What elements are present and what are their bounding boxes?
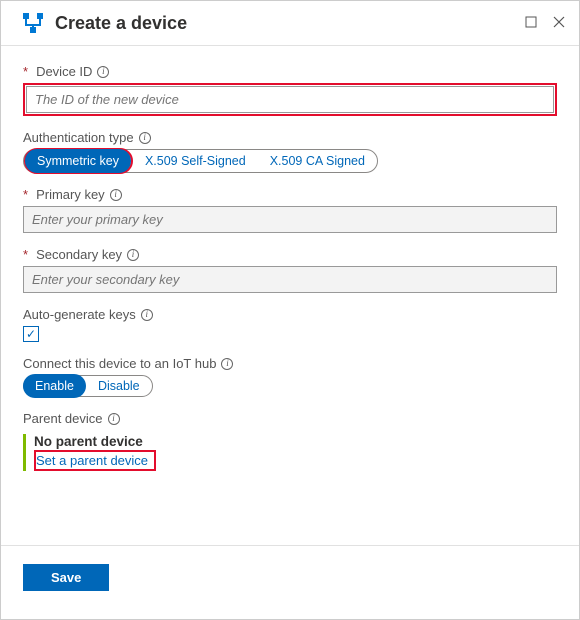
- device-id-highlight: [23, 83, 557, 116]
- auth-option-x509-ca[interactable]: X.509 CA Signed: [258, 150, 377, 172]
- device-id-label: Device ID: [36, 64, 92, 79]
- primary-key-label: Primary key: [36, 187, 105, 202]
- field-parent-device: Parent device i No parent device Set a p…: [23, 411, 557, 471]
- connect-hub-label: Connect this device to an IoT hub: [23, 356, 216, 371]
- info-icon[interactable]: i: [108, 413, 120, 425]
- info-icon[interactable]: i: [141, 309, 153, 321]
- field-device-id: * Device ID i: [23, 64, 557, 116]
- required-star: *: [23, 247, 28, 262]
- autogen-label: Auto-generate keys: [23, 307, 136, 322]
- field-connect-hub: Connect this device to an IoT hub i Enab…: [23, 356, 557, 397]
- panel-footer: Save: [1, 545, 579, 619]
- connect-disable[interactable]: Disable: [86, 375, 152, 397]
- parent-device-label: Parent device: [23, 411, 103, 426]
- set-parent-link[interactable]: Set a parent device: [36, 453, 148, 468]
- required-star: *: [23, 187, 28, 202]
- field-primary-key: * Primary key i: [23, 187, 557, 233]
- required-star: *: [23, 64, 28, 79]
- panel-title: Create a device: [55, 13, 525, 34]
- auth-selected-highlight: Symmetric key: [24, 148, 133, 174]
- panel-header: Create a device: [1, 1, 579, 46]
- device-logo-icon: [21, 11, 45, 35]
- auth-type-label: Authentication type: [23, 130, 134, 145]
- connect-enable[interactable]: Enable: [23, 374, 86, 398]
- parent-device-value: No parent device: [34, 434, 156, 449]
- field-autogen: Auto-generate keys i ✓: [23, 307, 557, 342]
- connect-hub-toggle: Enable Disable: [23, 375, 153, 397]
- auth-type-toggle: Symmetric key X.509 Self-Signed X.509 CA…: [23, 149, 378, 173]
- parent-device-block: No parent device Set a parent device: [23, 434, 156, 471]
- autogen-checkbox[interactable]: ✓: [23, 326, 39, 342]
- auth-option-x509-self[interactable]: X.509 Self-Signed: [133, 150, 258, 172]
- info-icon[interactable]: i: [110, 189, 122, 201]
- parent-link-highlight: Set a parent device: [34, 450, 156, 471]
- device-id-input[interactable]: [26, 86, 554, 113]
- secondary-key-input[interactable]: [23, 266, 557, 293]
- close-icon[interactable]: [553, 15, 565, 31]
- secondary-key-label: Secondary key: [36, 247, 122, 262]
- auth-option-symmetric[interactable]: Symmetric key: [25, 149, 131, 173]
- primary-key-input[interactable]: [23, 206, 557, 233]
- info-icon[interactable]: i: [97, 66, 109, 78]
- field-secondary-key: * Secondary key i: [23, 247, 557, 293]
- info-icon[interactable]: i: [127, 249, 139, 261]
- field-auth-type: Authentication type i Symmetric key X.50…: [23, 130, 557, 173]
- info-icon[interactable]: i: [139, 132, 151, 144]
- info-icon[interactable]: i: [221, 358, 233, 370]
- save-button[interactable]: Save: [23, 564, 109, 591]
- maximize-icon[interactable]: [525, 15, 537, 31]
- form-body: * Device ID i Authentication type i Symm…: [1, 46, 579, 545]
